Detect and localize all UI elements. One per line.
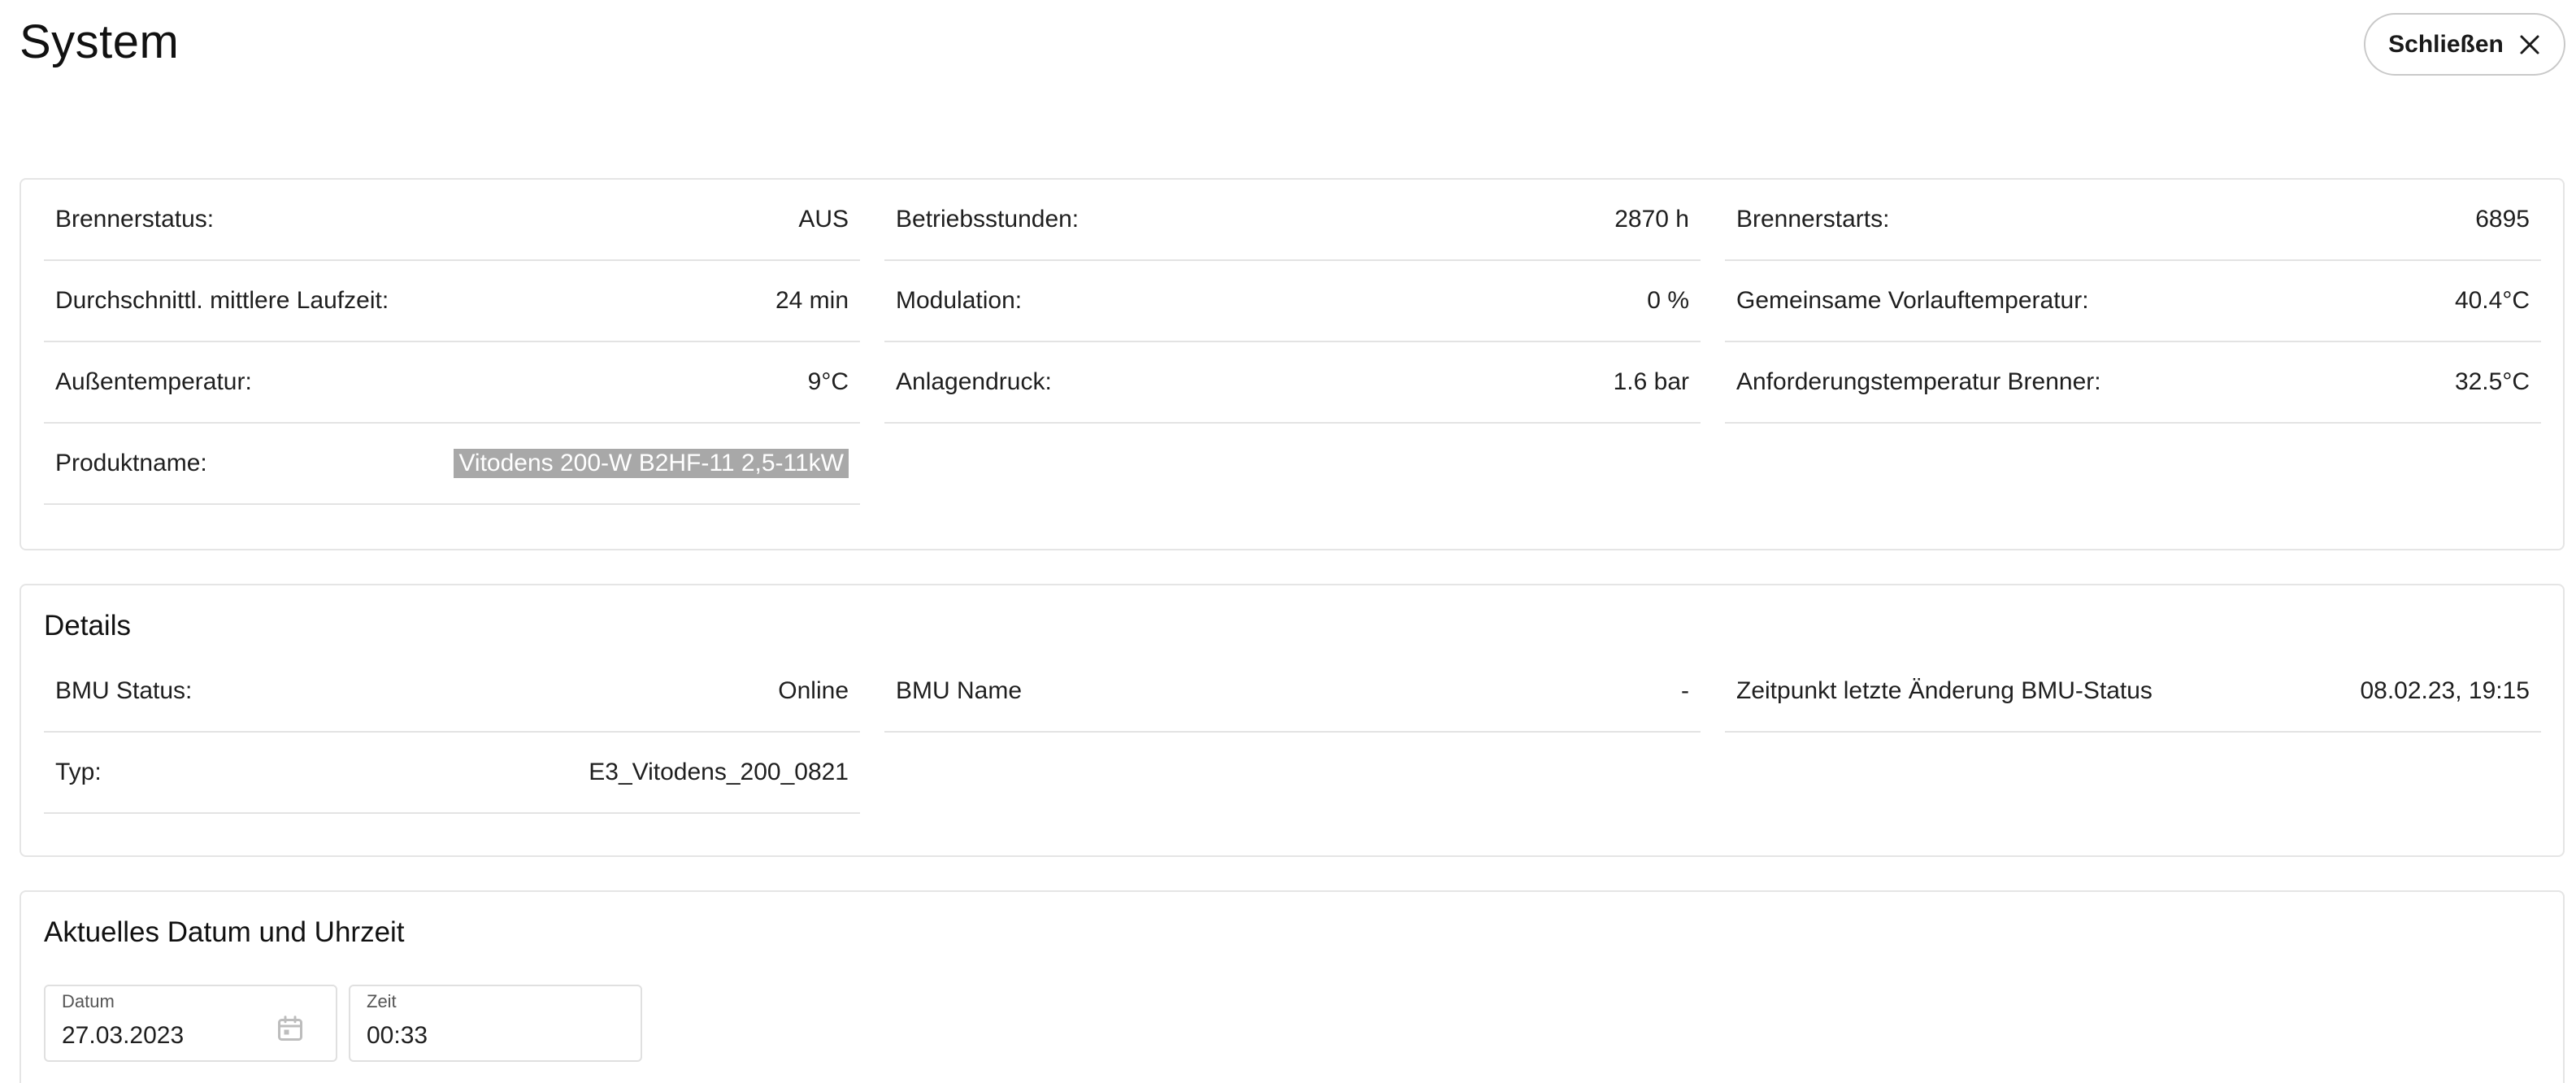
row-typ: Typ: E3_Vitodens_200_0821 bbox=[44, 733, 860, 814]
row-label: Produktname: bbox=[55, 450, 207, 476]
date-field-value[interactable]: 27.03.2023 bbox=[62, 1022, 184, 1050]
row-label: Zeitpunkt letzte Änderung BMU-Status bbox=[1736, 677, 2152, 704]
datetime-heading: Aktuelles Datum und Uhrzeit bbox=[44, 916, 405, 948]
row-value: AUS bbox=[798, 206, 849, 233]
time-field-value[interactable]: 00:33 bbox=[367, 1022, 428, 1050]
row-value: - bbox=[1681, 677, 1689, 704]
row-label: Gemeinsame Vorlauftemperatur: bbox=[1736, 287, 2089, 314]
details-card: Details BMU Status: Online BMU Name - Ze… bbox=[20, 584, 2565, 857]
empty-cell bbox=[884, 733, 1701, 814]
details-grid: BMU Status: Online BMU Name - Zeitpunkt … bbox=[44, 651, 2542, 814]
row-betriebsstunden: Betriebsstunden: 2870 h bbox=[884, 180, 1701, 261]
row-label: Brennerstatus: bbox=[55, 206, 215, 233]
row-value: 0 % bbox=[1647, 287, 1689, 314]
row-value: 9°C bbox=[807, 368, 849, 395]
row-label: Anforderungstemperatur Brenner: bbox=[1736, 368, 2101, 395]
empty-cell bbox=[1725, 733, 2541, 814]
date-field-label: Datum bbox=[62, 991, 115, 1011]
close-icon bbox=[2520, 35, 2539, 54]
row-label: Betriebsstunden: bbox=[896, 206, 1079, 233]
row-produktname: Produktname: Vitodens 200-W B2HF-11 2,5-… bbox=[44, 424, 860, 505]
row-bmu-status: BMU Status: Online bbox=[44, 651, 860, 733]
datetime-card: Aktuelles Datum und Uhrzeit Datum 27.03.… bbox=[20, 890, 2565, 1083]
row-label: Typ: bbox=[55, 759, 102, 785]
row-value: 24 min bbox=[775, 287, 849, 314]
page-title: System bbox=[20, 15, 180, 68]
row-value: 32.5°C bbox=[2454, 368, 2530, 395]
row-label: Anlagendruck: bbox=[896, 368, 1052, 395]
row-value: 08.02.23, 19:15 bbox=[2360, 677, 2530, 704]
row-value: 2870 h bbox=[1614, 206, 1689, 233]
row-label: Außentemperatur: bbox=[55, 368, 252, 395]
row-label: Durchschnittl. mittlere Laufzeit: bbox=[55, 287, 389, 314]
row-value: 1.6 bar bbox=[1613, 368, 1689, 395]
row-vorlauftemperatur: Gemeinsame Vorlauftemperatur: 40.4°C bbox=[1725, 261, 2541, 342]
date-field[interactable]: Datum 27.03.2023 bbox=[44, 985, 337, 1062]
calendar-icon[interactable] bbox=[276, 1014, 305, 1043]
row-anforderungstemperatur: Anforderungstemperatur Brenner: 32.5°C bbox=[1725, 342, 2541, 424]
row-value: 40.4°C bbox=[2454, 287, 2530, 314]
row-value: Online bbox=[778, 677, 849, 704]
empty-cell bbox=[884, 424, 1701, 505]
row-label: BMU Name bbox=[896, 677, 1023, 704]
system-info-grid: Brennerstatus: AUS Betriebsstunden: 2870… bbox=[44, 180, 2542, 505]
row-label: Brennerstarts: bbox=[1736, 206, 1890, 233]
time-field[interactable]: Zeit 00:33 bbox=[349, 985, 642, 1062]
system-info-card: Brennerstatus: AUS Betriebsstunden: 2870… bbox=[20, 178, 2565, 550]
row-brennerstarts: Brennerstarts: 6895 bbox=[1725, 180, 2541, 261]
row-label: Modulation: bbox=[896, 287, 1023, 314]
row-value: 6895 bbox=[2475, 206, 2530, 233]
row-anlagendruck: Anlagendruck: 1.6 bar bbox=[884, 342, 1701, 424]
row-label: BMU Status: bbox=[55, 677, 193, 704]
product-name-value-selected[interactable]: Vitodens 200-W B2HF-11 2,5-11kW bbox=[454, 449, 849, 478]
row-modulation: Modulation: 0 % bbox=[884, 261, 1701, 342]
details-heading: Details bbox=[44, 610, 131, 642]
row-laufzeit: Durchschnittl. mittlere Laufzeit: 24 min bbox=[44, 261, 860, 342]
close-button-label: Schließen bbox=[2388, 30, 2504, 58]
system-page: System Schließen Brennerstatus: AUS Betr… bbox=[0, 0, 2576, 1083]
row-bmu-last-change: Zeitpunkt letzte Änderung BMU-Status 08.… bbox=[1725, 651, 2541, 733]
row-brennerstatus: Brennerstatus: AUS bbox=[44, 180, 860, 261]
row-aussentemperatur: Außentemperatur: 9°C bbox=[44, 342, 860, 424]
row-value: E3_Vitodens_200_0821 bbox=[589, 759, 849, 785]
row-bmu-name: BMU Name - bbox=[884, 651, 1701, 733]
close-button[interactable]: Schließen bbox=[2364, 13, 2565, 76]
time-field-label: Zeit bbox=[367, 991, 397, 1011]
empty-cell bbox=[1725, 424, 2541, 505]
